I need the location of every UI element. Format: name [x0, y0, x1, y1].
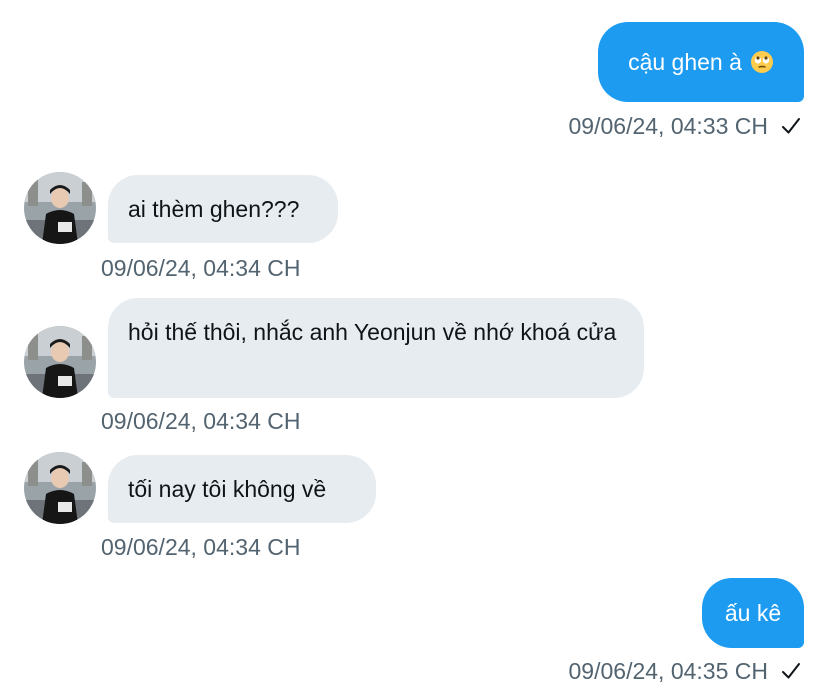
face-with-rolling-eyes-emoji-icon	[750, 50, 774, 74]
message-timestamp: 09/06/24, 04:34 CH	[101, 534, 301, 560]
message-timestamp: 09/06/24, 04:34 CH	[101, 408, 301, 434]
message-text: ấu kê	[724, 600, 782, 626]
message-text: ai thèm ghen???	[128, 196, 300, 222]
contact-avatar[interactable]	[24, 172, 96, 244]
message-timestamp-row: 09/06/24, 04:34 CH	[101, 407, 300, 435]
conversation-thread: cậu ghen à 09/06/24, 04:33 CH ai thèm gh…	[0, 0, 828, 698]
message-timestamp: 09/06/24, 04:35 CH	[568, 658, 768, 684]
message-timestamp-row: 09/06/24, 04:34 CH	[101, 533, 300, 561]
outgoing-message-bubble[interactable]: cậu ghen à	[598, 22, 804, 102]
message-timestamp-row: 09/06/24, 04:35 CH	[569, 657, 802, 685]
incoming-message-bubble[interactable]: hỏi thế thôi, nhắc anh Yeonjun về nhớ kh…	[108, 298, 644, 398]
contact-avatar[interactable]	[24, 326, 96, 398]
message-text: hỏi thế thôi, nhắc anh Yeonjun về nhớ kh…	[128, 319, 617, 345]
check-icon	[782, 118, 800, 134]
outgoing-message-bubble[interactable]: ấu kê	[702, 578, 804, 648]
message-timestamp-row: 09/06/24, 04:33 CH	[569, 112, 802, 140]
contact-avatar[interactable]	[24, 452, 96, 524]
check-icon	[782, 663, 800, 679]
incoming-message-bubble[interactable]: ai thèm ghen???	[108, 175, 338, 243]
message-text: cậu ghen à	[628, 49, 742, 75]
message-timestamp: 09/06/24, 04:34 CH	[101, 255, 301, 281]
incoming-message-bubble[interactable]: tối nay tôi không về	[108, 455, 376, 523]
message-timestamp-row: 09/06/24, 04:34 CH	[101, 254, 300, 282]
message-text: tối nay tôi không về	[128, 476, 327, 502]
message-timestamp: 09/06/24, 04:33 CH	[568, 113, 768, 139]
